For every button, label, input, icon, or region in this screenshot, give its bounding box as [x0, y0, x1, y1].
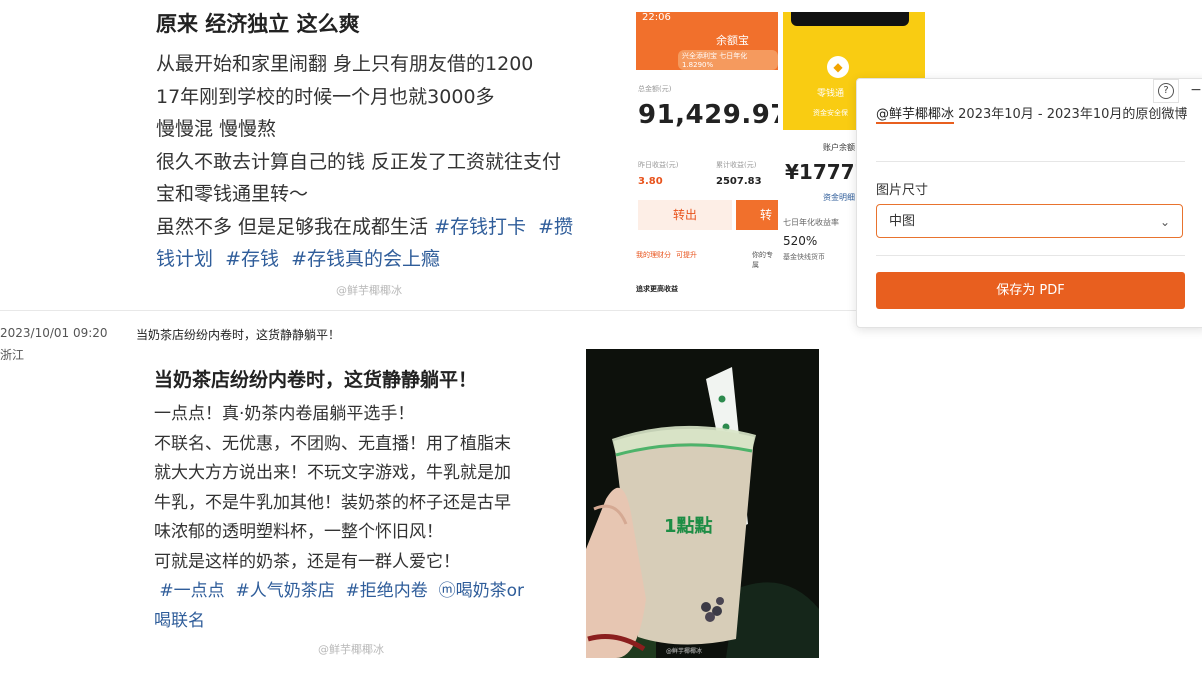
hashtag-link[interactable]: #存钱打卡	[434, 216, 526, 238]
chevron-down-icon: ⌄	[1159, 215, 1170, 229]
popup-divider	[876, 161, 1185, 162]
post2-tags-line: 喝联名	[154, 607, 574, 637]
post1-line: 17年刚到学校的时候一个月也就3000多	[156, 85, 495, 108]
author-link[interactable]: @鲜芋椰椰冰	[876, 107, 955, 124]
milk-tea-illustration: 1點點 @鲜芋椰椰冰	[586, 349, 819, 658]
help-icon[interactable]: ?	[1158, 83, 1174, 99]
post2-body: 一点点！真·奶茶内卷届躺平选手！ 不联名、无优惠，不团购、无直播！用了植脂末 就…	[154, 400, 574, 636]
post1-line-text: 虽然不多 但是足够我在成都生活	[156, 215, 435, 238]
status-time: 22:06	[642, 12, 671, 23]
date-range-text: 2023年10月 - 2023年10月的原创微博	[954, 107, 1188, 122]
hashtag-link[interactable]: 钱计划	[156, 248, 213, 270]
post2-tags-line: #一点点 #人气奶茶店 #拒绝内卷 ⓜ喝奶茶or	[154, 577, 574, 607]
plan-label: 我的理财分	[636, 251, 671, 259]
safe-label: 资金安全保	[813, 109, 848, 117]
post1-line: 慢慢混 慢慢熬	[156, 118, 277, 140]
more-label: 追求更高收益	[636, 285, 678, 293]
topic-link[interactable]: ⓜ喝奶茶or	[439, 581, 524, 601]
image-size-label: 图片尺寸	[876, 183, 929, 198]
post2-title: 当奶茶店纷纷内卷时，这货静静躺平！	[154, 369, 478, 391]
total-amount: 91,429.97	[638, 100, 778, 130]
save-pdf-button[interactable]: 保存为 PDF	[876, 272, 1185, 309]
save-pdf-popup: ? − @鲜芋椰椰冰 2023年10月 - 2023年10月的原创微博 图片尺寸…	[856, 78, 1202, 328]
yesterday-value: 3.80	[638, 176, 663, 187]
post2-line: 味浓郁的透明塑料杯，一整个怀旧风！	[154, 522, 443, 542]
post1-line: 钱计划 #存钱 #存钱真的会上瘾	[156, 243, 611, 276]
post2-line: 就大大方方说出来！不玩文字游戏，牛乳就是加	[154, 463, 511, 483]
cup-logo: 1點點	[664, 516, 713, 537]
rate-value: 520%	[783, 234, 818, 248]
detail-link: 资金明细	[823, 193, 855, 202]
cumulative-label: 累计收益(元)	[716, 161, 757, 169]
plan-tag: 可提升	[676, 251, 697, 259]
post-location: 浙江	[0, 348, 25, 362]
yuebao-header: 22:06 余额宝 兴全添利宝 七日年化1.8290%	[636, 12, 778, 70]
hashtag-link[interactable]: #存钱真的会上瘾	[291, 248, 440, 270]
hashtag-link[interactable]: #攒	[538, 216, 573, 238]
transfer-in-button: 转	[736, 200, 778, 230]
lingqiantong-title: 零钱通	[817, 89, 845, 99]
yesterday-label: 昨日收益(元)	[638, 161, 679, 169]
cumulative-value: 2507.83	[716, 176, 762, 187]
hashtag-link[interactable]: #拒绝内卷	[346, 581, 428, 601]
popup-description: @鲜芋椰椰冰 2023年10月 - 2023年10月的原创微博	[876, 106, 1191, 124]
post1-line: 虽然不多 但是足够我在成都生活 #存钱打卡 #攒	[156, 211, 611, 244]
post1-line: 从最开始和家里闹翻 身上只有朋友借的1200	[156, 53, 534, 75]
image-size-value: 中图	[889, 214, 916, 229]
transfer-out-button: 转出	[638, 200, 732, 230]
yuebao-title: 余额宝	[716, 34, 749, 47]
yuebao-screenshot: 22:06 余额宝 兴全添利宝 七日年化1.8290% 总金额(元) 91,42…	[636, 12, 778, 302]
minimize-button[interactable]: −	[1185, 79, 1202, 101]
topic-link[interactable]: 喝联名	[154, 611, 205, 631]
post1-title: 原来 经济独立 这么爽	[156, 12, 360, 36]
post-headline: 当奶茶店纷纷内卷时，这货静静躺平！	[136, 328, 341, 342]
hashtag-link[interactable]: #存钱	[225, 248, 279, 270]
milk-tea-photo: 1點點 @鲜芋椰椰冰	[586, 349, 819, 658]
fund-label: 基金快线货币	[783, 253, 825, 261]
hashtag-link[interactable]: #人气奶茶店	[235, 581, 334, 601]
post2-line: 一点点！真·奶茶内卷届躺平选手！	[154, 404, 415, 424]
expert-label: 你的专属	[752, 251, 773, 269]
post2-watermark: @鲜芋椰椰冰	[318, 643, 384, 656]
photo-watermark: @鲜芋椰椰冰	[666, 647, 702, 655]
post1-watermark: @鲜芋椰椰冰	[336, 284, 402, 297]
post1-line: 宝和零钱通里转～	[156, 183, 309, 205]
diamond-icon: ◆	[827, 56, 849, 78]
yuebao-subtitle: 兴全添利宝 七日年化1.8290%	[678, 50, 778, 70]
post2-line: 不联名、无优惠，不团购、无直播！用了植脂末	[154, 433, 511, 454]
post2-line: 可就是这样的奶茶，还是有一群人爱它！	[154, 551, 460, 572]
image-size-select[interactable]: 中图 ⌄	[876, 204, 1183, 238]
post1-line: 很久不敢去计算自己的钱 反正发了工资就往支付	[156, 150, 562, 173]
post1-body: 从最开始和家里闹翻 身上只有朋友借的1200 17年刚到学校的时候一个月也就30…	[156, 48, 611, 276]
post2-line: 牛乳，不是牛乳加其他！装奶茶的杯子还是古早	[154, 492, 511, 513]
rate-label: 七日年化收益率	[783, 218, 839, 227]
total-label: 总金额(元)	[638, 85, 672, 93]
post-date: 2023/10/01 09:20	[0, 326, 108, 340]
hashtag-link[interactable]: #一点点	[159, 581, 224, 601]
account-label: 账户余额	[823, 143, 855, 152]
popup-divider	[876, 255, 1185, 256]
phone-notch	[791, 12, 909, 26]
